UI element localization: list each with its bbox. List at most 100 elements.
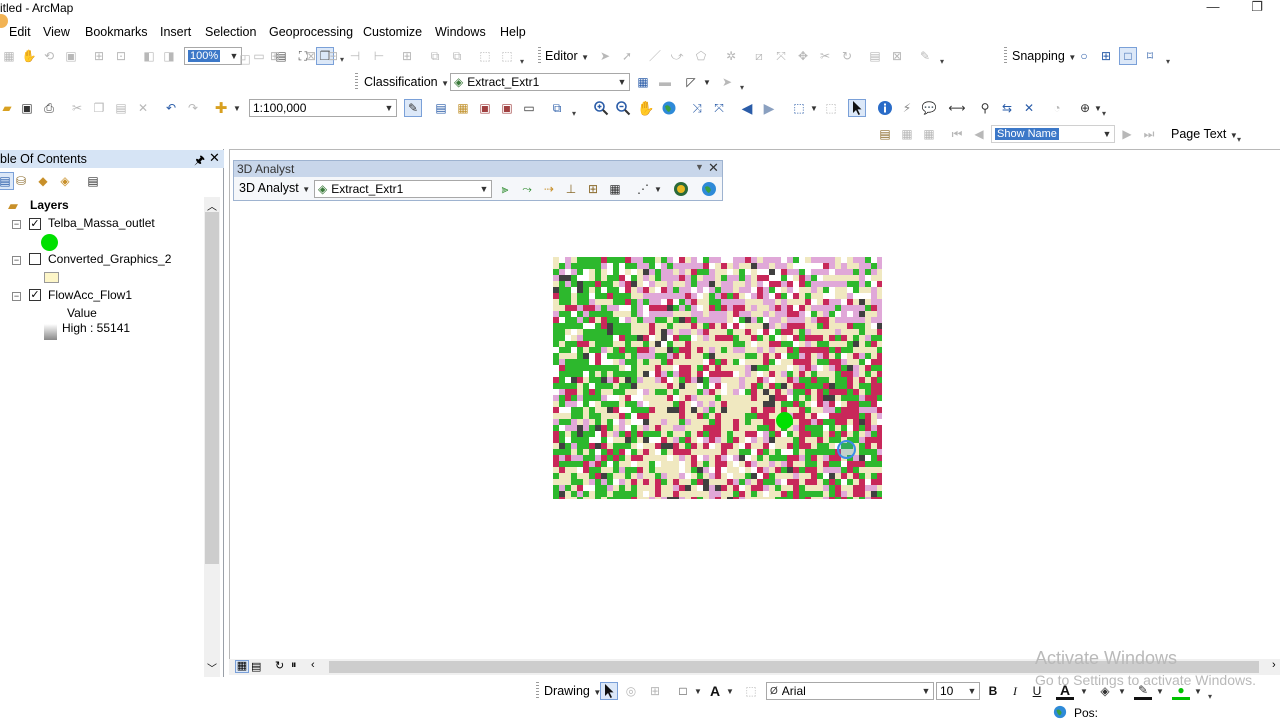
toolbar-more-icon[interactable]: ▾ <box>572 109 580 119</box>
clear-selection-icon[interactable]: ⬚ <box>822 99 840 117</box>
edit-curve-icon[interactable]: ⤻ <box>668 47 686 65</box>
line-of-sight-icon[interactable]: ⇢ <box>540 180 558 198</box>
identify-icon[interactable] <box>876 99 894 117</box>
reclass-icon[interactable]: ▬ <box>656 73 674 91</box>
show-name-combo[interactable]: Show Name ▼ <box>991 125 1115 143</box>
edit-tool-10-icon[interactable]: ⬚ <box>498 47 516 65</box>
profile-icon[interactable]: ⊥ <box>562 180 580 198</box>
toolbar-more-icon[interactable]: ▾ <box>1208 692 1216 702</box>
toc-window-icon[interactable]: ▤ <box>432 99 450 117</box>
forward-extent-icon[interactable]: ▶ <box>760 99 778 117</box>
edit-tool-9-icon[interactable]: ⬚ <box>476 47 494 65</box>
edit-tool-7-icon[interactable]: ⧉ <box>426 47 444 65</box>
fullextent-icon[interactable]: ⊡ <box>112 47 130 65</box>
contour-icon[interactable]: ⫸ <box>496 180 514 198</box>
scale-combo[interactable]: 1:100,000 ▼ <box>249 99 397 117</box>
undo-icon[interactable]: ↶ <box>162 99 180 117</box>
select-features-icon[interactable]: ⬚ <box>790 99 808 117</box>
print-icon[interactable]: ⎙ <box>40 99 58 117</box>
edit-tool-6-icon[interactable]: ⊞ <box>398 47 416 65</box>
python-icon[interactable]: ▭ <box>520 99 538 117</box>
open-folder-icon[interactable]: ▰ <box>0 99 16 117</box>
find-route-icon[interactable]: ⇆ <box>998 99 1016 117</box>
chevron-down-icon[interactable]: ▼ <box>703 78 711 87</box>
edit-line-icon[interactable]: ／ <box>646 47 664 65</box>
chevron-down-icon[interactable]: ▼ <box>1156 687 1164 696</box>
snap-edge-icon[interactable]: ⌑ <box>1141 47 1159 65</box>
layer-name-converted[interactable]: Converted_Graphics_2 <box>48 252 171 266</box>
shift-icon[interactable]: ▣ <box>62 47 80 65</box>
prev-icon[interactable]: ◧ <box>140 47 158 65</box>
chevron-down-icon[interactable]: ▼ <box>1094 104 1102 113</box>
arcglobe-icon[interactable] <box>700 180 718 198</box>
toolbar-grip[interactable] <box>538 47 541 65</box>
raster-map[interactable] <box>553 257 882 499</box>
zoom-out-icon[interactable] <box>614 99 632 117</box>
select-elements-icon[interactable] <box>600 682 618 700</box>
label-priority-icon[interactable]: ▦ <box>898 125 916 143</box>
zoom-combo[interactable]: 100% ▼ <box>184 47 242 65</box>
polygon-select-icon[interactable]: ◸ <box>682 73 700 91</box>
toolbar-grip[interactable] <box>355 73 358 91</box>
menu-geoprocessing[interactable]: Geoprocessing <box>269 25 353 39</box>
chevron-down-icon[interactable]: ▼ <box>654 185 662 194</box>
histogram-icon[interactable]: ▦ <box>634 73 652 91</box>
expander-telba[interactable]: − <box>12 220 21 229</box>
toolbar-more-icon[interactable]: ▾ <box>520 57 528 67</box>
modelbuilder-icon[interactable]: ⧉ <box>548 99 566 117</box>
rotate-icon[interactable]: ⟲ <box>40 47 58 65</box>
analyst-layer-combo[interactable]: ◈ Extract_Extr1 ▼ <box>314 180 492 198</box>
close-icon[interactable]: ✕ <box>209 150 220 166</box>
layout-view-icon[interactable]: ▤ <box>251 660 261 673</box>
font-combo[interactable]: Ø Arial ▼ <box>766 682 934 700</box>
classification-menu[interactable]: Classification ▼ <box>364 75 449 89</box>
menu-windows[interactable]: Windows <box>435 25 486 39</box>
checkbox-telba[interactable]: ✓ <box>29 218 41 230</box>
cut-icon[interactable]: ✂ <box>68 99 86 117</box>
menu-insert[interactable]: Insert <box>160 25 191 39</box>
restore-button[interactable]: ❐ <box>1246 0 1268 16</box>
snap-end-icon[interactable]: ⊞ <box>1097 47 1115 65</box>
delete-icon[interactable]: ✕ <box>134 99 152 117</box>
scroll-down-icon[interactable]: ﹀ <box>207 660 217 675</box>
pin-icon[interactable]: 🖈 <box>194 151 205 172</box>
font-size-combo[interactable]: 10 ▼ <box>936 682 980 700</box>
toolbar-more-icon[interactable]: ▾ <box>1166 57 1174 67</box>
bold-button[interactable]: B <box>984 682 1002 700</box>
menu-selection[interactable]: Selection <box>205 25 256 39</box>
edit-tool-2-icon[interactable]: ⊠ <box>302 47 320 65</box>
back-extent-icon[interactable]: ◀ <box>738 99 756 117</box>
editor-menu[interactable]: Editor ▼ <box>545 49 589 63</box>
find-icon[interactable]: ⚲ <box>976 99 994 117</box>
select-disabled-icon[interactable]: ◰ <box>236 50 254 68</box>
pan-icon[interactable]: ✋ <box>637 99 655 117</box>
zoom-in-icon[interactable] <box>592 99 610 117</box>
drawing-menu[interactable]: Drawing ▼ <box>544 684 601 698</box>
label-manager-icon[interactable]: ▤ <box>876 125 894 143</box>
fixed-zoom-in-icon[interactable]: ⤨ <box>688 99 706 117</box>
toolbar-more-icon[interactable]: ▾ <box>740 83 748 93</box>
arcscene-icon[interactable] <box>672 180 690 198</box>
chevron-down-icon[interactable]: ▼ <box>1194 687 1202 696</box>
scroll-up-icon[interactable]: ︿ <box>207 198 217 213</box>
edit-tool-8-icon[interactable]: ⧉ <box>448 47 466 65</box>
checkbox-converted[interactable] <box>29 253 41 265</box>
page-text-menu[interactable]: Page Text ▼ <box>1171 127 1238 141</box>
globe-icon[interactable] <box>660 99 678 117</box>
chevron-down-icon[interactable]: ▼ <box>695 162 704 172</box>
fit-icon[interactable]: ⊞ <box>90 47 108 65</box>
list-by-selection-icon[interactable]: ◈ <box>56 172 74 190</box>
toc-scroll-thumb[interactable] <box>205 212 219 564</box>
label-weight-icon[interactable]: ▦ <box>920 125 938 143</box>
list-by-visibility-icon[interactable]: ◆ <box>34 172 52 190</box>
checkbox-flowacc[interactable]: ✓ <box>29 289 41 301</box>
menu-edit[interactable]: Edit <box>9 25 31 39</box>
catalog-icon[interactable]: ▦ <box>454 99 472 117</box>
edit-reshape-icon[interactable]: ⤧ <box>772 47 790 65</box>
hyperlink-icon[interactable]: ⚡ <box>898 99 916 117</box>
chevron-down-icon[interactable]: ▼ <box>726 687 734 696</box>
layer-name-telba[interactable]: Telba_Massa_outlet <box>48 216 155 230</box>
goto-xy-icon[interactable]: ✕ <box>1020 99 1038 117</box>
edit-tool-3-icon[interactable]: ⊟ <box>324 47 342 65</box>
edit-cut-icon[interactable]: ✂ <box>816 47 834 65</box>
